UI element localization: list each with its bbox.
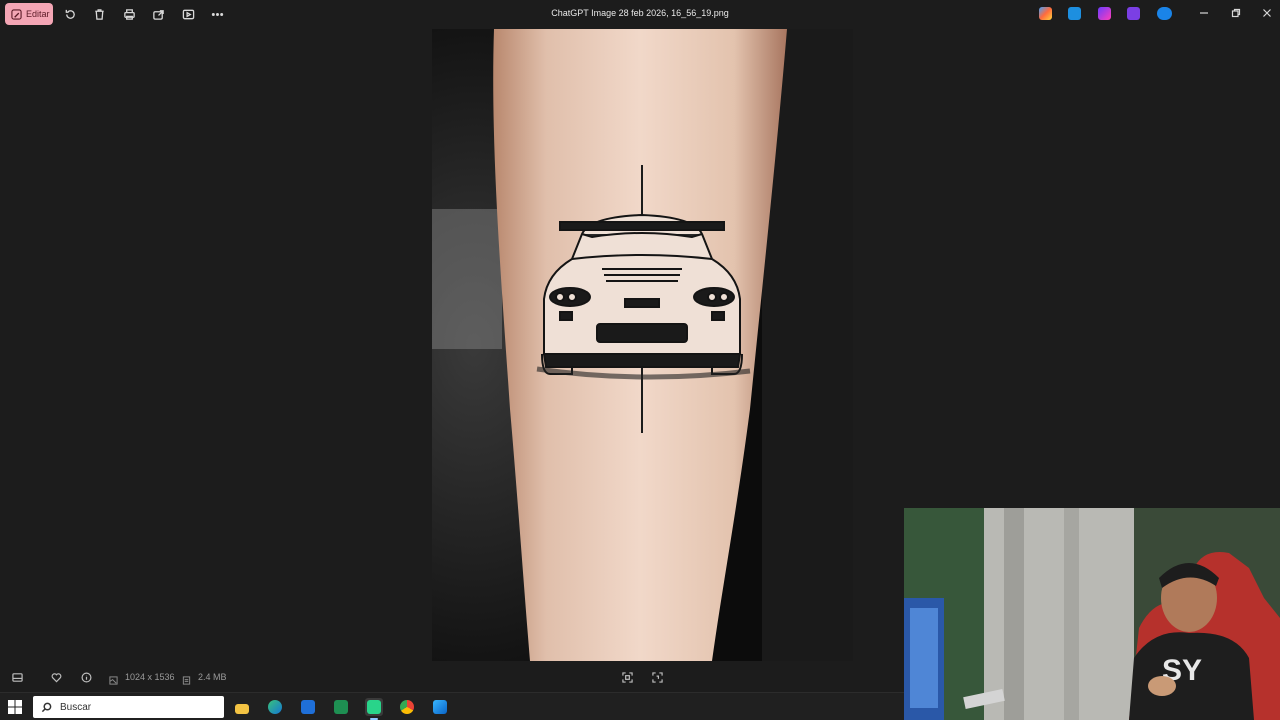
taskbar-search[interactable]: Buscar (33, 696, 224, 718)
actual-size-button[interactable] (650, 670, 664, 684)
filmstrip-button[interactable] (10, 670, 24, 684)
file-explorer-icon[interactable] (233, 698, 251, 716)
copilot-icon[interactable] (1039, 7, 1052, 20)
minimize-icon (1200, 12, 1208, 14)
share-icon (152, 9, 164, 20)
close-button[interactable] (1260, 6, 1274, 20)
info-icon (81, 672, 91, 682)
onedrive-icon[interactable] (1157, 7, 1172, 20)
slideshow-button[interactable] (180, 6, 196, 22)
fit-window-icon (621, 671, 633, 683)
rotate-icon (65, 9, 75, 19)
search-icon (41, 702, 52, 712)
excel-icon[interactable] (332, 698, 350, 716)
print-button[interactable] (121, 6, 137, 22)
info-button[interactable] (79, 670, 93, 684)
pen-app-icon[interactable] (1068, 7, 1081, 20)
webcam-overlay: SY (904, 508, 1280, 720)
chrome-icon[interactable] (398, 698, 416, 716)
fit-to-window-button[interactable] (620, 670, 634, 684)
rotate-button[interactable] (62, 6, 78, 22)
edit-label: Editar (26, 9, 50, 19)
video-editor-icon[interactable] (1127, 7, 1140, 20)
close-icon (1263, 9, 1271, 17)
windows-start-icon[interactable] (8, 700, 22, 714)
file-size-icon (182, 672, 191, 685)
filmstrip-icon (11, 672, 23, 682)
heart-icon (51, 672, 61, 682)
actual-size-icon (651, 671, 663, 683)
restore-icon (1231, 8, 1241, 18)
slideshow-icon (182, 9, 194, 19)
dimensions-icon (109, 672, 118, 685)
trash-icon (94, 8, 104, 20)
minimize-button[interactable] (1197, 6, 1211, 20)
toolbar: Editar ChatGPT Image 28 feb 2026, 16_56_… (0, 0, 1280, 28)
file-size: 2.4 MB (198, 672, 227, 682)
edit-icon (11, 8, 22, 20)
share-button[interactable] (150, 6, 166, 22)
active-app-icon[interactable] (365, 698, 383, 720)
edge-icon[interactable] (266, 698, 284, 716)
search-placeholder: Buscar (60, 701, 92, 713)
webcam-feed: SY (904, 508, 1280, 720)
tattoo-photo (432, 29, 853, 661)
image-dimensions: 1024 x 1536 (125, 672, 175, 682)
edit-button[interactable]: Editar (5, 3, 53, 25)
photos-icon[interactable] (431, 698, 449, 716)
maximize-button[interactable] (1229, 6, 1243, 20)
more-options-button[interactable] (209, 6, 225, 22)
clipchamp-icon[interactable] (1098, 7, 1111, 20)
store-icon[interactable] (299, 698, 317, 716)
printer-icon (123, 8, 135, 20)
delete-button[interactable] (91, 6, 107, 22)
favorite-button[interactable] (49, 670, 63, 684)
image-canvas[interactable] (432, 29, 853, 661)
more-icon (211, 12, 223, 16)
